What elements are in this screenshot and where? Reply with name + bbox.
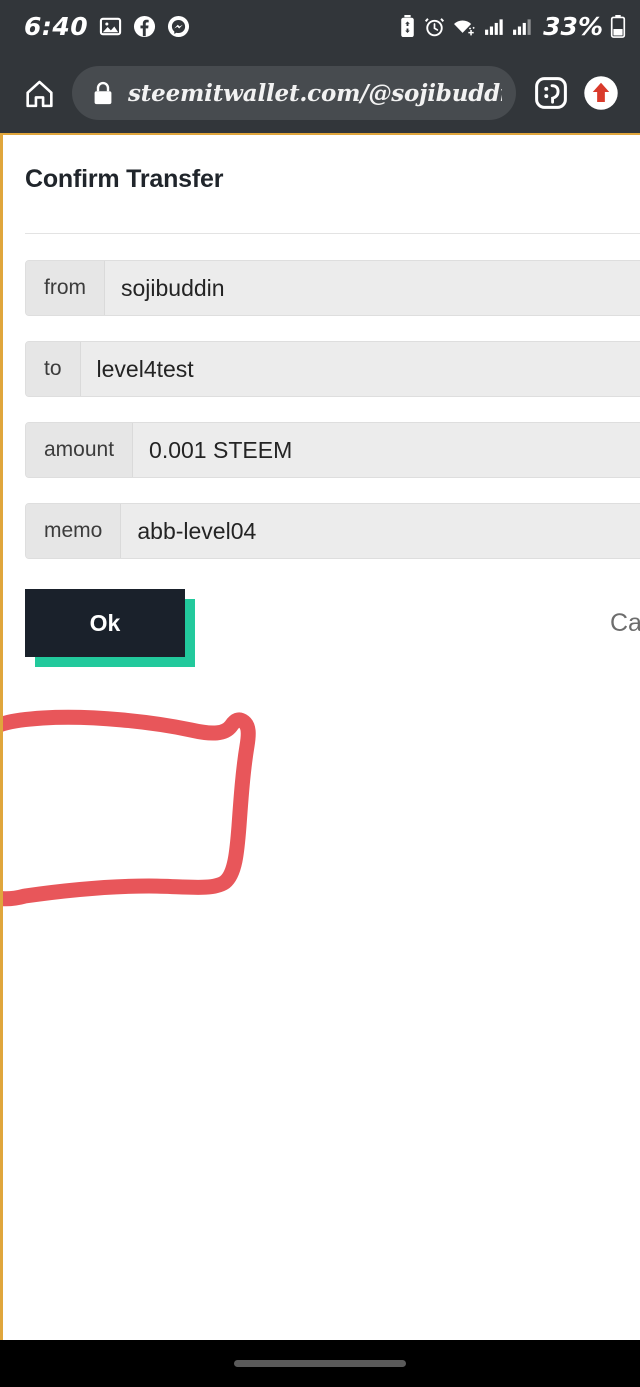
browser-toolbar: steemitwallet.com/@sojibuddi	[0, 53, 640, 133]
wifi-icon	[452, 15, 477, 38]
home-button[interactable]	[16, 70, 62, 116]
ok-button[interactable]: Ok	[25, 589, 185, 657]
field-label-from: from	[26, 261, 105, 315]
system-navigation-bar	[0, 1340, 640, 1387]
table-row: memo abb-level04	[25, 503, 640, 559]
smiley-tab-icon	[534, 76, 568, 110]
page-content: Confirm Transfer from sojibuddin to leve…	[0, 133, 640, 1340]
upload-arrow-icon	[583, 75, 619, 111]
table-row: from sojibuddin	[25, 260, 640, 316]
signal-sim1-icon	[484, 15, 505, 38]
url-text: steemitwallet.com/@sojibuddi	[128, 79, 502, 107]
field-label-amount: amount	[26, 423, 134, 477]
field-value-to: level4test	[96, 355, 194, 382]
transfer-details-form: from sojibuddin to level4test amount 0.0…	[3, 234, 640, 559]
lock-icon	[92, 81, 114, 106]
status-bar-right: 33%	[398, 14, 626, 39]
cancel-button[interactable]: Cancel	[610, 609, 640, 638]
table-row: to level4test	[25, 341, 640, 397]
battery-icon	[610, 15, 626, 38]
facebook-icon	[133, 15, 156, 38]
status-bar-left: 6:40	[24, 14, 190, 39]
field-label-to: to	[26, 342, 81, 396]
battery-saver-icon	[398, 15, 417, 38]
field-value-amount: 0.001 STEEM	[149, 436, 293, 463]
status-bar: 6:40 33%	[0, 0, 640, 53]
messenger-icon	[167, 15, 190, 38]
status-bar-clock: 6:40	[24, 12, 89, 41]
url-bar[interactable]: steemitwallet.com/@sojibuddi	[72, 66, 516, 120]
battery-percent-label: 33%	[543, 12, 603, 41]
home-icon	[23, 77, 56, 110]
field-label-memo: memo	[26, 504, 122, 558]
table-row: amount 0.001 STEEM	[25, 422, 640, 478]
field-value-memo: abb-level04	[137, 517, 257, 544]
tab-switcher-button[interactable]	[528, 70, 574, 116]
photos-icon	[99, 15, 122, 38]
gesture-pill[interactable]	[234, 1360, 406, 1367]
alarm-icon	[424, 15, 445, 38]
page-title: Confirm Transfer	[25, 165, 224, 193]
signal-sim2-icon	[512, 15, 533, 38]
dialog-actions: Ok Cancel	[25, 589, 640, 657]
field-value-from: sojibuddin	[121, 274, 225, 301]
annotation-highlight-ok-button	[3, 709, 256, 907]
menu-button[interactable]	[578, 70, 624, 116]
